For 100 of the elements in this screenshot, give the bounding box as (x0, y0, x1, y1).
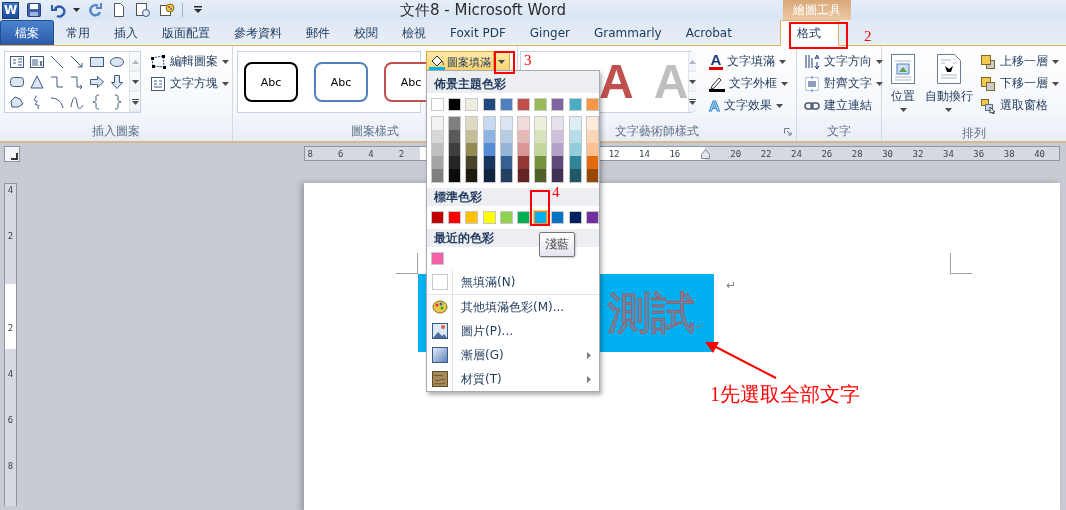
color-swatch[interactable] (431, 211, 444, 224)
color-swatch[interactable] (569, 143, 581, 156)
color-swatch[interactable] (552, 130, 564, 143)
ribbon-tab[interactable]: 檔案 (0, 20, 54, 45)
color-swatch[interactable] (500, 130, 512, 143)
color-swatch[interactable] (466, 169, 478, 182)
ribbon-tab[interactable]: 校閱 (342, 20, 390, 45)
ribbon-tab[interactable]: Foxit PDF (438, 20, 518, 45)
color-swatch[interactable] (552, 117, 564, 130)
vertical-text-box-icon[interactable] (29, 54, 45, 70)
color-swatch[interactable] (449, 156, 461, 169)
color-swatch[interactable] (482, 98, 496, 111)
dialog-launcher-icon[interactable] (784, 128, 792, 136)
ribbon-tab[interactable]: 郵件 (294, 20, 342, 45)
more-button[interactable] (130, 92, 140, 112)
color-swatch[interactable] (432, 117, 443, 130)
ribbon-button[interactable]: 文字外框 (706, 73, 791, 94)
rounded-rectangle-icon[interactable] (9, 74, 25, 90)
ribbon-button[interactable]: A 文字填滿 (706, 51, 791, 72)
color-swatch[interactable] (465, 211, 479, 224)
shape-style-sample[interactable]: Abc (244, 62, 298, 102)
color-swatch[interactable] (517, 143, 529, 156)
color-swatch[interactable] (517, 156, 529, 169)
arc-icon[interactable] (49, 94, 65, 110)
color-swatch[interactable] (431, 252, 444, 265)
ribbon-button[interactable]: 文字方向 (801, 51, 886, 72)
menu-item[interactable]: 其他填滿色彩(M)... (427, 295, 599, 319)
color-swatch[interactable] (535, 143, 547, 156)
shape-style-sample[interactable]: Abc (314, 62, 368, 102)
color-swatch[interactable] (449, 169, 461, 182)
ribbon-tab[interactable]: 插入 (102, 20, 150, 45)
color-swatch[interactable] (586, 117, 598, 130)
color-swatch[interactable] (483, 156, 495, 169)
color-swatch[interactable] (568, 211, 582, 224)
wordart-sample[interactable]: A (599, 53, 634, 111)
color-swatch[interactable] (517, 117, 529, 130)
elbow-arrow-icon[interactable] (69, 74, 85, 90)
color-swatch[interactable] (535, 117, 547, 130)
color-swatch[interactable] (568, 98, 582, 111)
color-swatch[interactable] (432, 130, 443, 143)
spelling-button[interactable] (158, 1, 176, 19)
color-swatch[interactable] (585, 98, 599, 111)
color-swatch[interactable] (516, 98, 530, 111)
color-swatch[interactable] (551, 98, 565, 111)
color-swatch[interactable] (483, 169, 495, 182)
ribbon-button[interactable]: 下移一層 (977, 73, 1062, 94)
triangle-icon[interactable] (29, 74, 45, 90)
ribbon-tab[interactable]: 參考資料 (222, 20, 294, 45)
color-swatch[interactable] (482, 211, 496, 224)
color-swatch[interactable] (466, 143, 478, 156)
app-logo[interactable]: W (2, 1, 19, 19)
ribbon-tab[interactable]: 版面配置 (150, 20, 222, 45)
right-arrow-icon[interactable] (89, 74, 105, 90)
color-swatch[interactable] (465, 98, 479, 111)
more-button[interactable] (689, 92, 697, 112)
redo-button[interactable] (86, 1, 104, 19)
color-swatch[interactable] (552, 169, 564, 182)
color-swatch[interactable] (569, 156, 581, 169)
ribbon-button[interactable]: 文字方塊 (147, 73, 232, 94)
ribbon-tab[interactable]: 檢視 (390, 20, 438, 45)
color-swatch[interactable] (551, 211, 565, 224)
arrow-icon[interactable] (69, 54, 85, 70)
curve-icon[interactable] (69, 94, 85, 110)
color-swatch[interactable] (569, 130, 581, 143)
oval-icon[interactable] (109, 54, 125, 70)
color-swatch[interactable] (586, 169, 598, 182)
freeform-icon[interactable] (9, 94, 25, 110)
ribbon-tab[interactable]: 格式 (779, 20, 839, 46)
ribbon-button[interactable]: 編輯圖案 (147, 51, 232, 72)
ribbon-button[interactable]: 選取窗格 (977, 95, 1062, 116)
color-swatch[interactable] (534, 211, 548, 224)
color-swatch[interactable] (449, 143, 461, 156)
color-swatch[interactable] (466, 156, 478, 169)
color-swatch[interactable] (483, 117, 495, 130)
ribbon-tab[interactable]: 常用 (54, 20, 102, 45)
menu-item[interactable]: 圖片(P)... (427, 319, 599, 343)
rectangle-icon[interactable] (89, 54, 105, 70)
color-swatch[interactable] (466, 117, 478, 130)
color-swatch[interactable] (569, 117, 581, 130)
color-swatch[interactable] (500, 117, 512, 130)
color-swatch[interactable] (517, 169, 529, 182)
color-swatch[interactable] (448, 98, 462, 111)
color-swatch[interactable] (585, 211, 599, 224)
line-icon[interactable] (49, 54, 65, 70)
scroll-down-button[interactable] (689, 72, 697, 92)
color-swatch[interactable] (586, 130, 598, 143)
color-swatch[interactable] (500, 156, 512, 169)
save-button[interactable] (25, 1, 43, 19)
ribbon-tab[interactable]: Grammarly (581, 20, 674, 45)
color-swatch[interactable] (569, 169, 581, 182)
color-swatch[interactable] (517, 130, 529, 143)
color-swatch[interactable] (499, 98, 513, 111)
color-swatch[interactable] (535, 130, 547, 143)
ribbon-tab[interactable]: Ginger (517, 20, 582, 45)
color-swatch[interactable] (552, 143, 564, 156)
color-swatch[interactable] (466, 130, 478, 143)
color-swatch[interactable] (535, 169, 547, 182)
down-arrow-icon[interactable] (109, 74, 125, 90)
color-swatch[interactable] (516, 211, 530, 224)
indent-marker-icon[interactable] (700, 148, 710, 159)
